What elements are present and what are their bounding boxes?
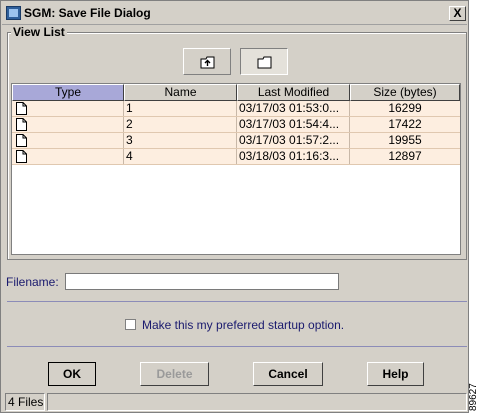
type-cell <box>12 101 124 116</box>
ok-button[interactable]: OK <box>48 362 96 386</box>
view-list-label: View List <box>11 25 67 39</box>
table-row[interactable]: 1 03/17/03 01:53:0... 16299 <box>12 101 460 117</box>
type-cell <box>12 149 124 164</box>
status-file-count: 4 Files <box>5 393 45 411</box>
close-button[interactable]: X <box>449 6 466 21</box>
divider <box>7 346 467 347</box>
file-table[interactable]: Type Name Last Modified Size (bytes) 1 0… <box>11 83 461 255</box>
table-row[interactable]: 3 03/17/03 01:57:2... 19955 <box>12 133 460 149</box>
status-message <box>47 393 467 411</box>
window-title: SGM: Save File Dialog <box>24 6 151 20</box>
size-cell: 16299 <box>388 101 422 115</box>
cancel-button[interactable]: Cancel <box>253 362 323 386</box>
name-cell: 4 <box>124 149 237 164</box>
startup-option-label: Make this my preferred startup option. <box>142 318 345 332</box>
file-icon <box>16 102 27 115</box>
folder-up-icon <box>200 56 215 69</box>
save-file-dialog: SGM: Save File Dialog X View List Type N… <box>0 0 469 413</box>
modified-cell: 03/17/03 01:54:4... <box>237 117 350 132</box>
name-cell: 2 <box>124 117 237 132</box>
column-header-type[interactable]: Type <box>12 84 124 101</box>
title-bar[interactable]: SGM: Save File Dialog X <box>2 2 467 25</box>
modified-cell: 03/17/03 01:53:0... <box>237 101 350 116</box>
column-header-size[interactable]: Size (bytes) <box>350 84 460 101</box>
table-row[interactable]: 2 03/17/03 01:54:4... 17422 <box>12 117 460 133</box>
type-cell <box>12 133 124 148</box>
size-cell: 19955 <box>388 133 422 147</box>
modified-cell: 03/17/03 01:57:2... <box>237 133 350 148</box>
app-icon <box>6 6 21 20</box>
modified-cell: 03/18/03 01:16:3... <box>237 149 350 164</box>
status-bar: 4 Files <box>5 393 467 411</box>
file-icon <box>16 134 27 147</box>
file-icon <box>16 118 27 131</box>
folder-view-button[interactable] <box>240 48 288 75</box>
help-button[interactable]: Help <box>367 362 424 386</box>
folder-icon <box>257 56 272 69</box>
figure-number: 89627 <box>468 383 479 411</box>
name-cell: 1 <box>124 101 237 116</box>
filename-input[interactable] <box>65 273 339 290</box>
startup-option-checkbox[interactable] <box>125 319 136 330</box>
up-one-level-button[interactable] <box>183 48 231 75</box>
divider <box>7 301 467 302</box>
table-row[interactable]: 4 03/18/03 01:16:3... 12897 <box>12 149 460 165</box>
delete-button[interactable]: Delete <box>140 362 209 386</box>
column-header-last-modified[interactable]: Last Modified <box>237 84 350 101</box>
size-cell: 17422 <box>388 117 422 131</box>
file-icon <box>16 150 27 163</box>
size-cell: 12897 <box>388 149 422 163</box>
filename-label: Filename: <box>6 275 59 289</box>
column-header-name[interactable]: Name <box>124 84 237 101</box>
type-cell <box>12 117 124 132</box>
name-cell: 3 <box>124 133 237 148</box>
